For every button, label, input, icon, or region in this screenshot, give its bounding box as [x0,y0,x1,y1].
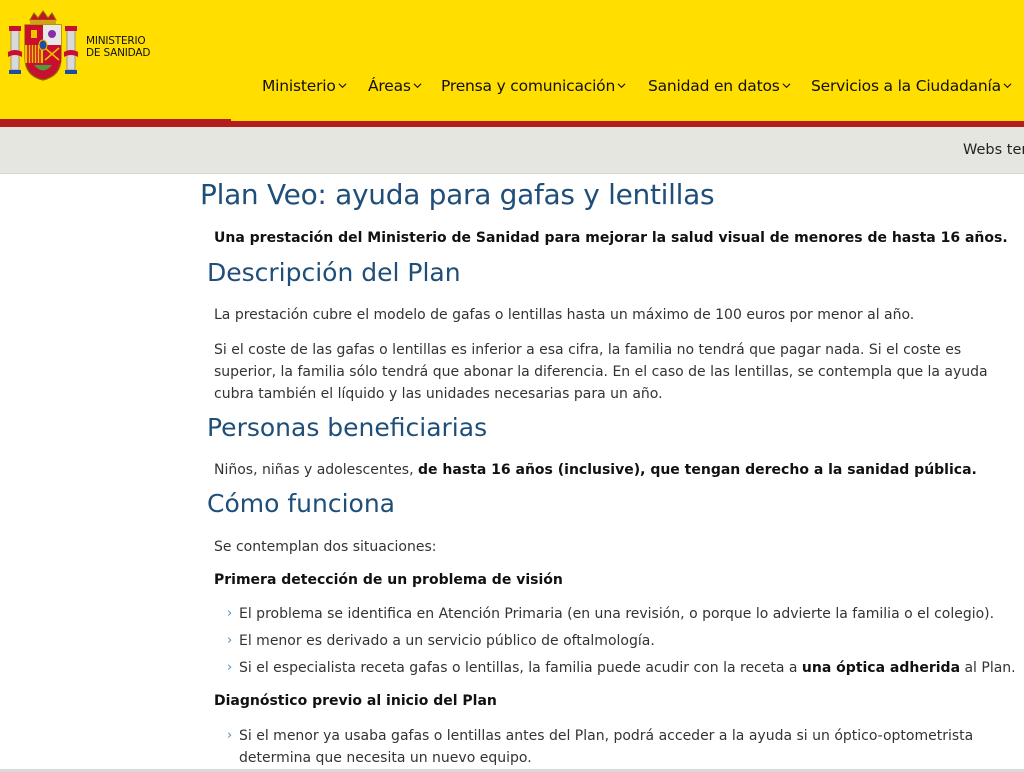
coat-of-arms-logo[interactable] [8,10,78,82]
list-item: › Si el especialista receta gafas o lent… [227,657,1022,679]
chevron-right-icon: › [227,728,233,743]
descripcion-paragraph-1: La prestación cubre el modelo de gafas o… [214,307,915,323]
header-red-stripe [0,119,231,127]
ministry-name-line1: MINISTERIO [86,35,146,47]
list-item-text: El problema se identifica en Atención Pr… [239,606,995,622]
list-item-text: Si el especialista receta gafas o lentil… [239,660,802,676]
list-item: › El menor es derivado a un servicio púb… [227,630,1022,652]
page-lead: Una prestación del Ministerio de Sanidad… [214,230,1008,246]
chevron-right-icon: › [227,633,233,648]
beneficiarias-text-bold: de hasta 16 años (inclusive), que tengan… [418,462,977,478]
secondary-bar: Webs ter [0,127,1024,174]
nav-item-prensa[interactable]: Prensa y comunicación [441,77,626,95]
list-item-text: El menor es derivado a un servicio públi… [239,633,655,649]
chevron-down-icon [782,83,791,89]
list-item-text: Si el menor ya usaba gafas o lentillas a… [239,728,974,766]
nav-item-label: Sanidad en datos [648,77,780,95]
optica-adherida-link[interactable]: una óptica adherida [802,660,960,676]
chevron-right-icon: › [227,660,233,675]
list-item-text-tail: al Plan. [960,660,1016,676]
nav-item-areas[interactable]: Áreas [368,77,422,95]
descripcion-paragraph-2: Si el coste de las gafas o lentillas es … [214,342,988,402]
nav-item-sanidad-datos[interactable]: Sanidad en datos [648,77,791,95]
chevron-down-icon [338,83,347,89]
heading-como-funciona: Cómo funciona [207,489,395,518]
subheading-diagnostico-previo: Diagnóstico previo al inicio del Plan [214,693,497,709]
chevron-right-icon: › [227,606,233,621]
chevron-down-icon [617,83,626,89]
ministry-name[interactable]: MINISTERIO DE SANIDAD [86,35,150,59]
subheading-primera-deteccion: Primera detección de un problema de visi… [214,572,563,588]
nav-item-label: Prensa y comunicación [441,77,616,95]
beneficiarias-text: Niños, niñas y adolescentes, [214,462,418,478]
ministry-name-line2: DE SANIDAD [86,47,151,59]
heading-beneficiarias: Personas beneficiarias [207,413,488,442]
page-title: Plan Veo: ayuda para gafas y lentillas [200,178,715,211]
chevron-down-icon [1003,83,1012,89]
beneficiarias-paragraph: Niños, niñas y adolescentes, de hasta 16… [214,459,1014,481]
nav-item-label: Ministerio [262,77,336,95]
list-item: › El problema se identifica en Atención … [227,603,1022,625]
webs-tematicas-link[interactable]: Webs ter [963,142,1024,158]
nav-item-ministerio[interactable]: Ministerio [262,77,347,95]
heading-descripcion: Descripción del Plan [207,258,461,287]
site-header: MINISTERIO DE SANIDAD Ministerio Áreas P… [0,0,1024,121]
nav-item-label: Servicios a la Ciudadanía [811,77,1001,95]
funciona-intro: Se contemplan dos situaciones: [214,539,437,555]
nav-item-servicios[interactable]: Servicios a la Ciudadanía [811,77,1012,95]
chevron-down-icon [413,83,422,89]
nav-item-label: Áreas [368,77,411,95]
list-item: › Si el menor ya usaba gafas o lentillas… [227,725,1022,769]
main-content: Plan Veo: ayuda para gafas y lentillas U… [0,174,1024,772]
